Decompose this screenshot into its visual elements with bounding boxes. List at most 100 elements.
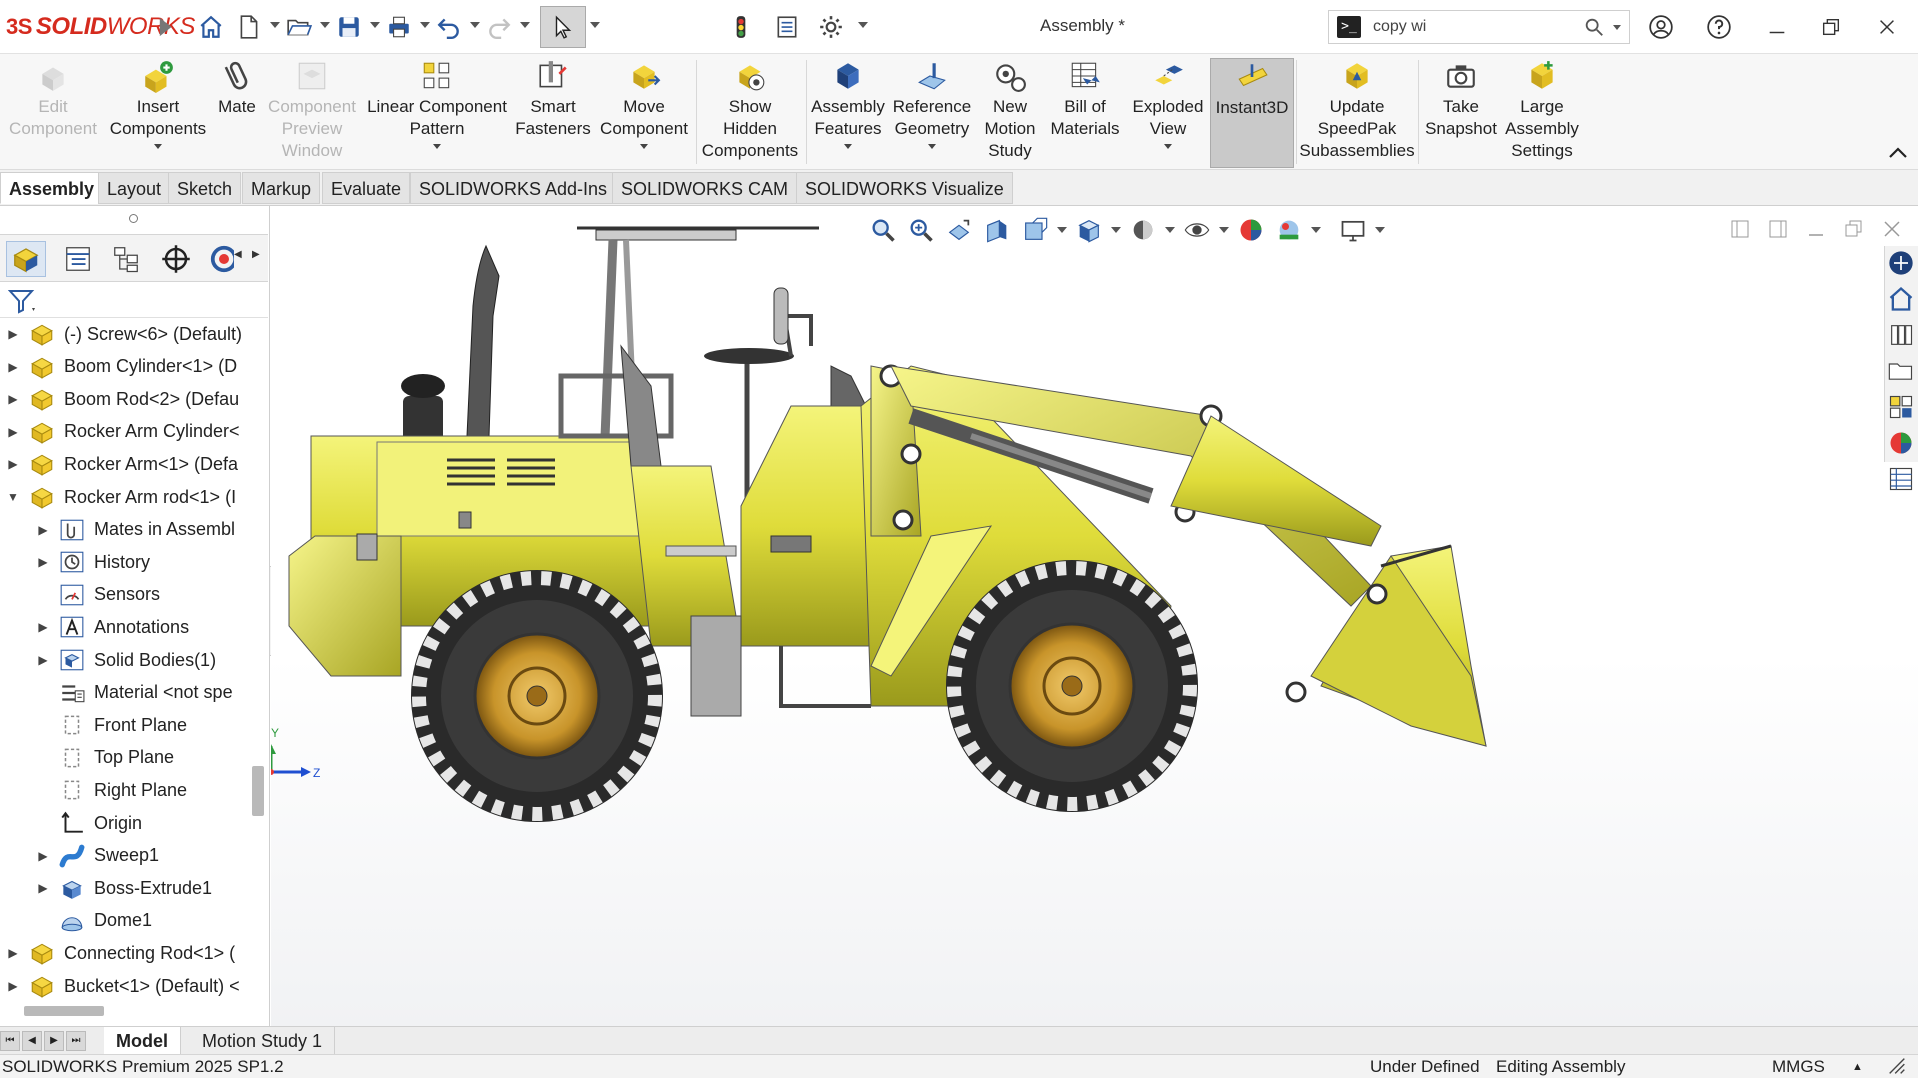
tab-solidworks-add-ins[interactable]: SOLIDWORKS Add-Ins [410,172,617,204]
tree-expand-icon[interactable]: ▶ [6,392,20,406]
move-component-dropdown-icon[interactable] [640,144,648,149]
feature-manager-tab-icon[interactable] [6,241,46,277]
next-tab-icon[interactable]: ▶ [44,1031,64,1051]
tab-model[interactable]: Model [104,1027,181,1055]
tree-item[interactable]: ▶ Boss-Extrude1 [36,872,212,904]
tree-item[interactable]: Material <not spe [36,677,233,709]
panel-scroll-right-icon[interactable]: ▶ [252,249,260,260]
minimize-icon[interactable] [1762,12,1792,42]
new-motion-study-button[interactable]: New Motion Study [976,58,1044,168]
last-tab-icon[interactable]: ⏭ [66,1031,86,1051]
reference-geometry-button[interactable]: Reference Geometry [890,58,974,168]
tree-item[interactable]: ▶ Bucket<1> (Default) < [6,970,240,1002]
tab-layout[interactable]: Layout [98,172,171,204]
panel-scroll-left-icon[interactable]: ◀ [234,249,242,260]
exploded-view-dropdown-icon[interactable] [1164,144,1172,149]
tab-solidworks-cam[interactable]: SOLIDWORKS CAM [612,172,798,204]
undo-dropdown-icon[interactable] [470,22,480,28]
tree-item[interactable]: ▶ (-) Screw<6> (Default) [6,318,242,350]
tree-expand-icon[interactable]: ▶ [6,979,20,993]
insert-components-button[interactable]: Insert Components [106,58,210,168]
take-snapshot-button[interactable]: Take Snapshot [1420,58,1502,168]
tree-expand-icon[interactable]: ▶ [36,653,50,667]
filter-icon[interactable] [7,288,38,314]
customize-status-bar-icon[interactable] [1886,1055,1908,1084]
help-icon[interactable] [1704,12,1734,42]
redo-icon[interactable] [484,12,514,42]
tree-item[interactable]: Origin [36,807,142,839]
component-preview-window-button[interactable]: Component Preview Window [264,58,360,168]
units-up-icon[interactable]: ▲ [1852,1055,1863,1079]
panel-handle-icon[interactable] [129,214,138,223]
print-icon[interactable] [384,12,414,42]
tree-expand-icon[interactable]: ▶ [36,620,50,634]
new-document-icon[interactable] [234,12,264,42]
assembly-features-button[interactable]: Assembly Features [808,58,888,168]
tree-expand-icon[interactable]: ▶ [6,327,20,341]
open-dropdown-icon[interactable] [320,22,330,28]
linear-component-pattern-button[interactable]: Linear Component Pattern [362,58,512,168]
open-folder-icon[interactable] [284,12,314,42]
tree-expand-icon[interactable]: ▶ [36,849,50,863]
tree-expand-icon[interactable]: ▶ [36,555,50,569]
tree-item[interactable]: ▶ History [36,546,150,578]
unit-system[interactable]: MMGS [1772,1055,1825,1079]
tree-item[interactable]: Right Plane [36,774,187,806]
tree-item[interactable]: Front Plane [36,709,187,741]
home-icon[interactable] [196,12,226,42]
search-dropdown-icon[interactable] [1613,24,1621,30]
tree-item[interactable]: ▶ Rocker Arm<1> (Defa [6,448,238,480]
update-speedpak-button[interactable]: Update SpeedPak Subassemblies [1298,58,1416,168]
tab-assembly[interactable]: Assembly [0,172,104,204]
dimxpert-manager-tab-icon[interactable] [156,241,196,277]
instant3d-button[interactable]: Instant3D [1210,58,1294,168]
file-properties-icon[interactable] [772,12,802,42]
user-account-icon[interactable] [1646,12,1676,42]
tree-item[interactable]: ▶ Sweep1 [36,840,159,872]
tree-expand-icon[interactable]: ▶ [36,881,50,895]
new-dropdown-icon[interactable] [270,22,280,28]
tree-expand-icon[interactable]: ▶ [36,523,50,537]
tree-expand-icon[interactable]: ▶ [6,946,20,960]
close-icon[interactable] [1872,12,1902,42]
configuration-manager-tab-icon[interactable] [106,241,146,277]
graphics-viewport[interactable]: Y Z [271,206,1918,1026]
select-icon[interactable] [540,6,586,48]
assembly-features-dropdown-icon[interactable] [844,144,852,149]
options-gear-icon[interactable] [816,12,846,42]
redo-dropdown-icon[interactable] [520,22,530,28]
tree-item[interactable]: ▶ Solid Bodies(1) [36,644,216,676]
linear-pattern-dropdown-icon[interactable] [433,144,441,149]
tab-markup[interactable]: Markup [242,172,321,204]
options-dropdown-icon[interactable] [858,22,868,28]
select-dropdown-icon[interactable] [590,22,600,28]
tree-item[interactable]: Dome1 [36,905,152,937]
tree-item[interactable]: ▼ Rocker Arm rod<1> (I [6,481,236,513]
expand-menu-icon[interactable] [150,12,180,42]
move-component-button[interactable]: Move Component [594,58,694,168]
insert-components-dropdown-icon[interactable] [154,144,162,149]
search-input[interactable] [1373,18,1583,36]
property-manager-tab-icon[interactable] [58,241,98,277]
command-search-box[interactable]: >_ [1328,10,1630,44]
tree-vertical-scrollbar[interactable] [252,766,264,816]
tree-item[interactable]: ▶ Mates in Assembl [36,514,235,546]
display-manager-tab-icon[interactable] [204,241,234,277]
tree-item[interactable]: ▶ Boom Cylinder<1> (D [6,351,237,383]
collapse-ribbon-icon[interactable] [1886,142,1910,162]
bill-of-materials-button[interactable]: Bill of Materials [1046,58,1124,168]
tree-expand-icon[interactable]: ▶ [6,360,20,374]
save-icon[interactable] [334,12,364,42]
undo-icon[interactable] [434,12,464,42]
edit-component-button[interactable]: Edit Component [4,58,102,168]
print-dropdown-icon[interactable] [420,22,430,28]
restore-icon[interactable] [1816,12,1846,42]
tab-sketch[interactable]: Sketch [168,172,242,204]
mate-button[interactable]: Mate [212,58,262,168]
reference-geometry-dropdown-icon[interactable] [928,144,936,149]
tree-item[interactable]: ▶ Boom Rod<2> (Defau [6,383,239,415]
exploded-view-button[interactable]: Exploded View [1126,58,1210,168]
first-tab-icon[interactable]: ⏮ [0,1031,20,1051]
tab-motion-study-1[interactable]: Motion Study 1 [190,1027,336,1055]
save-dropdown-icon[interactable] [370,22,380,28]
